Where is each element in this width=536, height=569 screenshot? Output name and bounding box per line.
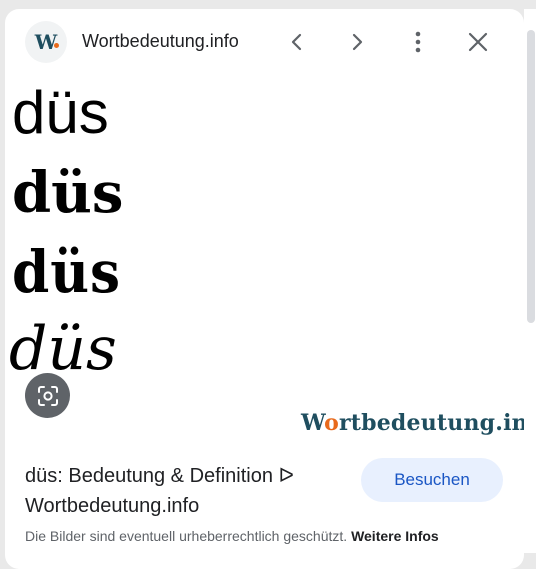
back-button[interactable]	[280, 25, 314, 59]
site-name[interactable]: Wortbedeutung.info	[82, 31, 239, 52]
copyright-text: Die Bilder sind eventuell urheberrechtli…	[25, 528, 348, 544]
result-title[interactable]: düs: Bedeutung & Definition ᐅ Wortbedeut…	[25, 461, 355, 521]
word-script: düs	[9, 314, 117, 384]
more-info-link[interactable]: Weitere Infos	[351, 528, 439, 544]
copyright-notice: Die Bilder sind eventuell urheberrechtli…	[25, 528, 439, 544]
brand-watermark: Wortbedeutung.info	[301, 410, 524, 436]
image-preview-panel: W Wortbedeutung.info düs düs düs düs Wor…	[5, 9, 524, 569]
scrollbar-thumb[interactable]	[527, 30, 535, 323]
more-vert-icon	[415, 31, 421, 53]
favicon-dot	[54, 43, 59, 48]
chevron-left-icon	[291, 33, 302, 51]
visit-button[interactable]: Besuchen	[361, 458, 503, 502]
more-options-button[interactable]	[401, 25, 435, 59]
site-favicon: W	[25, 21, 67, 63]
word-sans: düs	[12, 79, 109, 146]
panel-header: W Wortbedeutung.info	[5, 9, 524, 75]
forward-button[interactable]	[340, 25, 374, 59]
close-button[interactable]	[461, 25, 495, 59]
close-icon	[468, 32, 488, 52]
word-blackletter: düs	[12, 238, 121, 306]
favicon-letter: W	[34, 30, 58, 54]
chevron-right-icon	[352, 33, 363, 51]
word-slab: düs	[12, 160, 124, 226]
preview-image[interactable]: düs düs düs düs	[5, 75, 524, 445]
google-lens-button[interactable]	[25, 373, 70, 418]
google-lens-icon	[37, 385, 58, 406]
